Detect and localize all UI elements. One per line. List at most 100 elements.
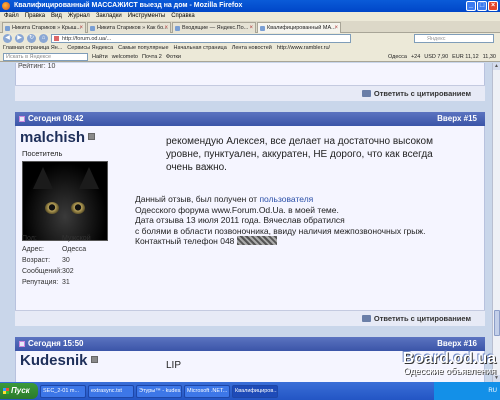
language-indicator[interactable]: RU (488, 388, 497, 394)
menu-tools[interactable]: Инструменты (128, 12, 165, 21)
taskbar-item[interactable]: Этуры™ - kudes... (136, 384, 182, 398)
navigation-bar: ◀ ▶ ↻ ⌂ http://forum.od.ua/... Яндекс (0, 33, 500, 44)
tab-4-active[interactable]: Квалифицированный МА... × (257, 22, 341, 33)
toolbar-mail-button[interactable]: Почта 2 (142, 53, 162, 61)
bookmark-item[interactable]: Самые популярные (118, 44, 168, 53)
board-watermark: Board.od.ua Одесские объявления (403, 350, 496, 376)
home-icon[interactable]: ⌂ (39, 34, 48, 43)
stat-value: Мужской (62, 235, 91, 242)
taskbar-item[interactable]: extrasync.txt (88, 384, 134, 398)
menu-help[interactable]: Справка (171, 12, 195, 21)
weather-city[interactable]: Одесса (388, 53, 407, 61)
back-arrow-icon[interactable]: ◀ (3, 34, 12, 43)
close-button[interactable]: × (488, 1, 498, 11)
bookmark-item[interactable]: Главная страница Ян... (3, 44, 62, 53)
reply-quote-button[interactable]: Ответить с цитированием (361, 314, 471, 323)
post-status-icon (19, 341, 25, 347)
menu-file[interactable]: Файл (4, 12, 19, 21)
tab-close-icon[interactable]: × (79, 23, 83, 33)
user-link[interactable]: пользователя (259, 194, 313, 204)
post-header: Сегодня 15:50 Вверх #16 (15, 337, 485, 351)
bookmark-item[interactable]: Сервисы Яндекса (67, 44, 113, 53)
url-input[interactable]: http://forum.od.ua/... (51, 34, 351, 43)
toolbar-item[interactable]: welcometo (112, 53, 138, 61)
username-text: malchish (20, 129, 86, 146)
minimize-button[interactable]: _ (466, 1, 476, 11)
user-stats: Пол: Мужской Адрес: Одесса Возраст: 30 Сооб… (22, 233, 102, 288)
scrollbar-thumb[interactable] (494, 310, 500, 336)
post-header: Сегодня 08:42 Вверх #15 (15, 112, 485, 126)
tab-1[interactable]: Никита Стариков » Крыш... × (2, 22, 86, 33)
reply-quote-label: Ответить с цитированием (373, 314, 471, 323)
bookmark-item[interactable]: Лента новостей (232, 44, 272, 53)
scroll-down-icon[interactable]: ▼ (493, 375, 500, 382)
page-viewport: Рейтинг: 10 Ответить с цитированием Сего… (0, 63, 492, 382)
post-username[interactable]: Kudesnik (20, 352, 98, 369)
tab-3[interactable]: Входящие — Яндекс.По... × (172, 22, 256, 33)
eur-rate: EUR 11,12 (452, 54, 479, 60)
menu-view[interactable]: Вид (51, 12, 62, 21)
stat-value: 302 (62, 268, 74, 275)
yandex-toolbar: Искать в Яндексе Найти welcometo Почта 2… (0, 53, 500, 62)
maximize-button[interactable]: □ (477, 1, 487, 11)
reply-quote-button[interactable]: Ответить с цитированием (361, 89, 471, 98)
reload-icon[interactable]: ↻ (27, 34, 36, 43)
taskbar-item[interactable]: SEC_2-01 m... (40, 384, 86, 398)
watermark-subtitle: Одесские объявления (403, 366, 496, 376)
taskbar-item-active[interactable]: Квалифициров... (232, 384, 278, 398)
tab-close-icon[interactable]: × (249, 23, 253, 33)
stat-row: Адрес: Одесса (22, 244, 102, 255)
weather-temp: +24 (410, 54, 421, 60)
tab-2[interactable]: Никита Стариков » Как бо... × (87, 22, 171, 33)
username-text: Kudesnik (20, 352, 88, 369)
menu-history[interactable]: Журнал (68, 12, 90, 21)
cat-ear (79, 167, 99, 189)
message-line: уровне, пунктуален, аккуратен, НЕ дорого… (166, 149, 433, 160)
post-date: Сегодня 15:50 (19, 337, 84, 351)
scroll-up-icon[interactable]: ▲ (493, 63, 500, 70)
menu-edit[interactable]: Правка (25, 12, 45, 21)
bookmark-item[interactable]: http://www.rambler.ru/ (277, 44, 330, 53)
toolbar-find-button[interactable]: Найти (92, 53, 108, 61)
post-footer: Ответить с цитированием (15, 310, 485, 326)
tab-label: Входящие — Яндекс.По... (182, 25, 249, 31)
tab-close-icon[interactable]: × (334, 23, 338, 33)
yandex-search-input[interactable]: Яндекс (414, 34, 494, 43)
post-username[interactable]: malchish (20, 129, 96, 146)
post-number-link[interactable]: Вверх #16 (437, 337, 477, 351)
post-message: рекомендую Алексея, все делает на достат… (166, 135, 476, 174)
taskbar-item[interactable]: Microsoft .NET... (184, 384, 230, 398)
note-text: Данный отзыв, был получен от (135, 194, 260, 204)
phone-line: Контактный телефон 048 (135, 236, 480, 247)
reply-quote-label: Ответить с цитированием (373, 89, 471, 98)
start-button[interactable]: Пуск (0, 383, 38, 399)
post-date-text: Сегодня 15:50 (28, 339, 84, 348)
yandex-toolbar-search[interactable]: Искать в Яндексе (3, 53, 88, 61)
tab-label: Квалифицированный МА... (267, 25, 336, 31)
stat-label: Репутация: (22, 279, 59, 286)
phone-number-redacted (236, 236, 277, 245)
user-avatar-black-cat[interactable] (22, 161, 108, 241)
stat-row: Репутация: 31 (22, 277, 102, 288)
forward-arrow-icon[interactable]: ▶ (15, 34, 24, 43)
menu-bookmarks[interactable]: Закладки (96, 12, 122, 21)
tab-close-icon[interactable]: × (164, 23, 168, 33)
bookmark-item[interactable]: Начальная страница (174, 44, 227, 53)
previous-post-body (15, 63, 485, 85)
post-status-icon (19, 116, 25, 122)
offline-status-icon (88, 133, 96, 140)
toolbar-photos-button[interactable]: Фотки (166, 53, 181, 61)
post-message: LIP (166, 360, 182, 371)
previous-post-reputation: Рейтинг: 10 (18, 63, 56, 70)
post-number-link[interactable]: Вверх #15 (437, 112, 477, 126)
note-line: Данный отзыв, был получен от пользовател… (135, 194, 480, 205)
message-line: очень важно. (166, 162, 227, 173)
window-titlebar: Квалифицированный МАССАЖИСТ выезд на дом… (0, 0, 500, 12)
rate-extra: 11,30 (482, 54, 496, 60)
message-line: рекомендую Алексея, все делает на достат… (166, 136, 433, 147)
offline-status-icon (90, 356, 98, 363)
cat-eye (45, 202, 59, 214)
user-role: Посетитель (22, 149, 63, 158)
tab-label: Никита Стариков » Крыш... (12, 25, 81, 31)
vertical-scrollbar[interactable]: ▲ ▼ (492, 63, 500, 382)
